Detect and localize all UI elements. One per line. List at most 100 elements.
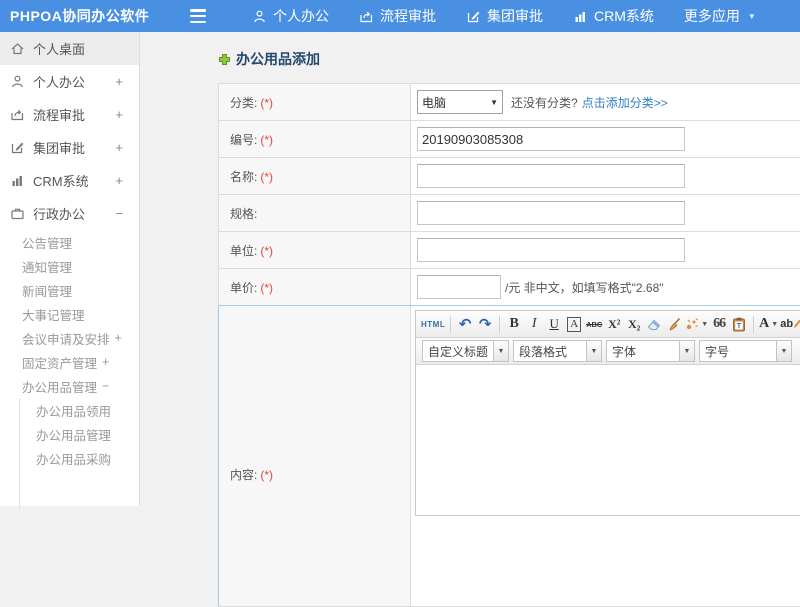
main-content: 办公用品添加 分类: (*) 电脑 ▼ 还没有分类? 点击添加分类>> 编号: (*… (140, 32, 800, 607)
sidebar-item-admin-office[interactable]: 行政办公 − (0, 197, 139, 230)
nav-label: 集团审批 (487, 8, 543, 24)
redo-button[interactable]: ↷ (476, 314, 494, 334)
form-row-content: 内容: (*) HTML ↶ ↷ B I U A ABC X² X₂ ▼ 66 … (218, 305, 800, 607)
field-label: 单价: (230, 281, 258, 295)
app-logo[interactable]: PHPOA协同办公软件 (0, 6, 190, 26)
sidebar-item-personal-desktop[interactable]: 个人桌面 (0, 32, 139, 65)
nav-workflow-approval[interactable]: 流程审批 (359, 6, 436, 26)
nav-label: 个人办公 (273, 8, 329, 24)
select-caret-icon: ▼ (490, 97, 498, 107)
caret-down-icon: ▼ (776, 341, 791, 361)
price-format-hint: /元 非中文，如填写格式"2.68" (505, 280, 664, 295)
subscript-button[interactable]: X₂ (625, 314, 643, 334)
sidebar-item-news-mgmt[interactable]: 新闻管理 (0, 278, 139, 302)
sidebar-item-label: 个人桌面 (33, 42, 86, 57)
required-mark: (*) (260, 468, 274, 482)
code-label: 编号: (*) (219, 121, 411, 157)
user-icon (252, 9, 267, 24)
font-size-select[interactable]: 字号 ▼ (699, 340, 792, 362)
nav-more-apps[interactable]: 更多应用 ▼ (684, 6, 756, 26)
nav-personal-office[interactable]: 个人办公 (252, 6, 329, 26)
sidebar-item-label: 集团审批 (33, 141, 86, 156)
sidebar-item-fixed-assets-mgmt[interactable]: 固定资产管理 + (0, 350, 139, 374)
menu-toggle-icon[interactable] (190, 9, 210, 23)
unit-input[interactable] (417, 238, 685, 262)
sidebar-item-meeting-mgmt[interactable]: 会议申请及安排 + (0, 326, 139, 350)
paragraph-format-select[interactable]: 段落格式 ▼ (513, 340, 602, 362)
font-family-select[interactable]: 字体 ▼ (606, 340, 695, 362)
sidebar-item-office-supplies-mgmt[interactable]: 办公用品管理 − (0, 374, 139, 398)
blockquote-button[interactable]: 66 (710, 314, 728, 334)
caret-down-icon: ▼ (679, 341, 694, 361)
superscript-button[interactable]: X² (605, 314, 623, 334)
sidebar-item-group-approval[interactable]: 集团审批 + (0, 131, 139, 164)
briefcase-icon (10, 206, 25, 221)
sidebar-sub2-label: 办公用品采购 (36, 452, 112, 467)
top-header: PHPOA协同办公软件 个人办公 流程审批 集团审批 CRM系统 更多应用 ▼ (0, 0, 800, 32)
nav-label: 流程审批 (380, 8, 436, 24)
italic-button[interactable]: I (525, 314, 543, 334)
underline-button[interactable]: U (545, 314, 563, 334)
clearformat-brush-button[interactable] (665, 314, 683, 334)
svg-text:T: T (737, 323, 742, 330)
sidebar-item-personal-office[interactable]: 个人办公 + (0, 65, 139, 98)
toolbar-separator (450, 315, 452, 333)
sidebar-item-events-mgmt[interactable]: 大事记管理 (0, 302, 139, 326)
form-row-category: 分类: (*) 电脑 ▼ 还没有分类? 点击添加分类>> (218, 83, 800, 120)
formatpainter-button[interactable]: ▼ (685, 314, 708, 334)
autotypeset-button[interactable]: A (567, 316, 582, 332)
sidebar-item-announcement-mgmt[interactable]: 公告管理 (0, 230, 139, 254)
sidebar-item-workflow-approval[interactable]: 流程审批 + (0, 98, 139, 131)
html-source-button[interactable]: HTML (421, 314, 445, 334)
spec-input[interactable] (417, 201, 685, 225)
collapse-indicator: − (115, 206, 123, 221)
expand-indicator: + (115, 74, 123, 89)
required-mark: (*) (260, 133, 274, 147)
expand-indicator: + (102, 355, 110, 369)
field-label: 规格: (230, 207, 258, 221)
add-category-link[interactable]: 点击添加分类>> (582, 94, 668, 111)
share-box-icon (10, 107, 25, 122)
sidebar-sub-label: 固定资产管理 (22, 356, 98, 371)
caret-down-icon: ▼ (701, 320, 709, 328)
nav-group-approval[interactable]: 集团审批 (466, 6, 543, 26)
home-icon (10, 41, 25, 56)
sidebar-sub-label: 新闻管理 (22, 284, 73, 299)
category-select[interactable]: 电脑 ▼ (417, 90, 503, 114)
price-input[interactable] (417, 275, 501, 299)
bar-chart-icon (10, 173, 25, 188)
name-label: 名称: (*) (219, 158, 411, 194)
editor-content-area[interactable] (416, 365, 800, 515)
format-painter-icon (687, 318, 699, 330)
expand-indicator: + (115, 140, 123, 155)
code-input[interactable] (417, 127, 685, 151)
nav-crm-system[interactable]: CRM系统 (573, 6, 654, 26)
highlight-button[interactable]: ab ▼ (780, 314, 800, 334)
caret-down-icon: ▼ (493, 341, 508, 361)
sidebar-item-supplies-purchase[interactable]: 办公用品采购 (20, 446, 139, 470)
form-row-price: 单价: (*) /元 非中文，如填写格式"2.68" (218, 268, 800, 305)
fontcolor-button[interactable]: A ▼ (759, 314, 778, 334)
nav-label: CRM系统 (594, 8, 654, 24)
sidebar-item-label: 流程审批 (33, 108, 86, 123)
bold-button[interactable]: B (505, 314, 523, 334)
sidebar-item-label: 个人办公 (33, 75, 86, 90)
pasteplain-button[interactable]: T (730, 314, 748, 334)
undo-button[interactable]: ↶ (456, 314, 474, 334)
name-input[interactable] (417, 164, 685, 188)
nav-label: 更多应用 (683, 8, 740, 24)
sidebar-sub2-label: 办公用品管理 (36, 428, 112, 443)
sidebar-item-notice-mgmt[interactable]: 通知管理 (0, 254, 139, 278)
required-mark: (*) (260, 244, 274, 258)
sidebar-item-supplies-manage[interactable]: 办公用品管理 (20, 422, 139, 446)
eraser-button[interactable] (645, 314, 663, 334)
sidebar-item-crm-system[interactable]: CRM系统 + (0, 164, 139, 197)
strikethrough-button[interactable]: ABC (585, 314, 603, 334)
sidebar-item-supplies-claim[interactable]: 办公用品领用 (20, 398, 139, 422)
form-row-code: 编号: (*) (218, 120, 800, 157)
expand-indicator: + (115, 107, 123, 122)
custom-title-select[interactable]: 自定义标题 ▼ (422, 340, 509, 362)
field-label: 分类: (230, 96, 258, 110)
toolbar-separator (753, 315, 755, 333)
field-label: 单位: (230, 244, 258, 258)
